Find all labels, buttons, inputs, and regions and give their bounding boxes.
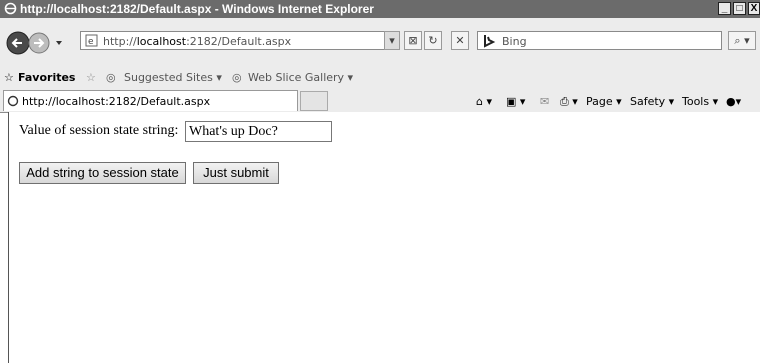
suggested-sites-link[interactable]: Suggested Sites ▾: [124, 71, 222, 84]
refresh-icon[interactable]: ↻: [424, 31, 442, 50]
address-bar[interactable]: e http://localhost:2182/Default.aspx: [80, 31, 400, 50]
new-tab-button[interactable]: [300, 91, 328, 111]
page-icon: e: [85, 34, 98, 47]
tab-default-aspx[interactable]: http://localhost:2182/Default.aspx: [3, 90, 298, 111]
address-prefix: http://: [103, 35, 137, 48]
feeds-icon[interactable]: ▣ ▾: [506, 95, 525, 108]
history-dropdown-icon[interactable]: [56, 41, 62, 45]
back-button[interactable]: [6, 31, 30, 55]
safety-menu[interactable]: Safety ▾: [630, 95, 674, 108]
close-button[interactable]: X: [748, 2, 760, 15]
add-string-button[interactable]: Add string to session state: [19, 162, 186, 184]
favorites-bar: ☆ Favorites ☆ ◎ Suggested Sites ▾ ◎ Web …: [0, 66, 760, 88]
session-string-input[interactable]: [185, 121, 332, 142]
stop-icon[interactable]: ✕: [451, 31, 469, 50]
favorites-button[interactable]: Favorites: [18, 71, 75, 84]
suggested-sites-icon: ◎: [106, 71, 116, 84]
web-slice-gallery-link[interactable]: Web Slice Gallery ▾: [248, 71, 353, 84]
add-to-favorites-bar-icon[interactable]: ☆: [86, 71, 96, 84]
svg-text:e: e: [88, 37, 94, 47]
tab-page-icon: [7, 95, 19, 107]
search-box[interactable]: Bing: [477, 31, 722, 50]
page-menu[interactable]: Page ▾: [586, 95, 622, 108]
search-placeholder: Bing: [502, 35, 527, 48]
home-icon[interactable]: ⌂ ▾: [476, 95, 492, 108]
address-rest: :2182/Default.aspx: [186, 35, 292, 48]
address-host: localhost: [136, 35, 187, 48]
page-content: Value of session state string: Add strin…: [8, 112, 760, 363]
favorites-star-icon: ☆: [4, 71, 14, 84]
compatibility-view-icon[interactable]: ⊠: [404, 31, 422, 50]
back-forward-buttons: [6, 31, 62, 55]
tab-label: http://localhost:2182/Default.aspx: [22, 95, 211, 108]
tools-menu[interactable]: Tools ▾: [682, 95, 718, 108]
print-icon[interactable]: ⎙ ▾: [560, 95, 578, 109]
address-dropdown-button[interactable]: ▾: [384, 31, 400, 50]
just-submit-button[interactable]: Just submit: [193, 162, 279, 184]
tab-bar: http://localhost:2182/Default.aspx ⌂ ▾ ▣…: [0, 88, 760, 113]
maximize-button[interactable]: □: [733, 2, 746, 15]
help-icon[interactable]: ●▾: [726, 95, 741, 108]
bing-icon: [484, 35, 496, 48]
help-dropdown: ▾: [735, 95, 742, 108]
help-circle-icon: ●: [726, 95, 736, 108]
window-title: http://localhost:2182/Default.aspx - Win…: [20, 2, 374, 16]
title-bar: http://localhost:2182/Default.aspx - Win…: [0, 0, 760, 18]
minimize-button[interactable]: _: [718, 2, 731, 15]
search-button[interactable]: ⌕ ▾: [728, 31, 756, 50]
forward-button[interactable]: [28, 32, 50, 54]
ie-logo-icon: [4, 2, 17, 15]
web-slice-icon: ◎: [232, 71, 242, 84]
session-string-label: Value of session state string:: [19, 123, 179, 138]
read-mail-icon[interactable]: ✉: [540, 95, 549, 108]
